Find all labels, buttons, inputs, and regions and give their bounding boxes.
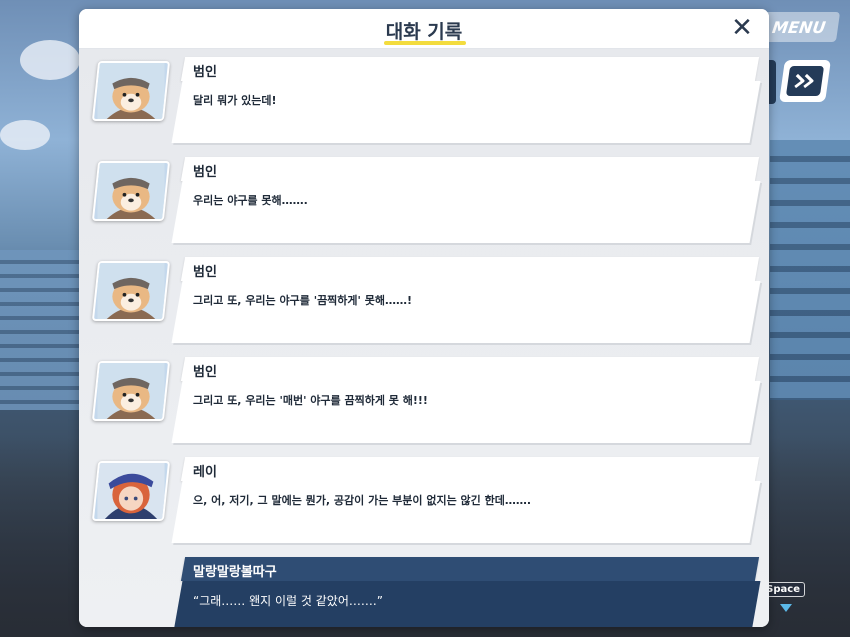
speaker-name-bar: [180, 57, 760, 81]
log-list[interactable]: 범인 달리 뭐가 있는데! 범인 우리는 야구를 못해……. 범인 그리고 또,…: [79, 49, 769, 627]
speaker-name-bar: [180, 157, 760, 181]
message-text: “그래…… 왠지 이럴 것 같았어…….”: [193, 594, 383, 608]
girl-portrait-icon: [91, 461, 171, 521]
speaker-name: 범인: [193, 165, 217, 180]
speaker-name: 레이: [193, 465, 217, 480]
advance-arrow-icon: [780, 604, 792, 612]
background-stadium-seats: [0, 250, 90, 410]
title-underline: [384, 41, 466, 45]
speaker-name: 범인: [193, 65, 217, 80]
log-entry: 범인 우리는 야구를 못해…….: [79, 153, 769, 248]
background-cloud: [0, 120, 50, 150]
message-box: [171, 81, 761, 143]
message-box: [171, 381, 761, 443]
log-entry: 범인 달리 뭐가 있는데!: [79, 53, 769, 148]
message-box: [171, 281, 761, 343]
speaker-name-bar: [180, 357, 760, 381]
panel-header: 대화 기록 ✕: [79, 9, 769, 49]
panel-title: 대화 기록: [385, 21, 463, 43]
fast-forward-icon: [785, 66, 825, 96]
log-entry: 레이 으, 어, 저기, 그 말에는 뭔가, 공감이 가는 부분이 없지는 않긴…: [79, 453, 769, 548]
background-stadium-seats: [770, 140, 850, 400]
speaker-name: 범인: [193, 365, 217, 380]
speaker-name-bar: [180, 457, 760, 481]
speaker-name: 말랑말랑볼따구: [193, 565, 277, 580]
message-text: 달리 뭐가 있는데!: [193, 94, 277, 107]
corgi-portrait-icon: [91, 61, 171, 121]
menu-button-label: MENU: [771, 17, 827, 37]
log-entry: 범인 그리고 또, 우리는 '매번' 야구를 끔찍하게 못 해!!!: [79, 353, 769, 448]
message-text: 그리고 또, 우리는 '매번' 야구를 끔찍하게 못 해!!!: [193, 394, 428, 407]
message-text: 우리는 야구를 못해…….: [193, 194, 308, 207]
fast-forward-button[interactable]: [779, 60, 831, 102]
log-entry-current: 말랑말랑볼따구 “그래…… 왠지 이럴 것 같았어…….”: [79, 553, 769, 627]
background-cloud: [20, 40, 80, 80]
close-icon[interactable]: ✕: [729, 15, 755, 41]
log-entry: 범인 그리고 또, 우리는 야구를 '끔찍하게' 못해……!: [79, 253, 769, 348]
corgi-portrait-icon: [91, 161, 171, 221]
speaker-name: 범인: [193, 265, 217, 280]
menu-button[interactable]: MENU: [757, 12, 841, 42]
dialogue-log-panel: 대화 기록 ✕ 범인 달리 뭐가 있는데! 범인 우리는 야구를 못해……. 범…: [79, 9, 769, 627]
message-text: 그리고 또, 우리는 야구를 '끔찍하게' 못해……!: [193, 294, 412, 307]
message-box: [171, 181, 761, 243]
message-box: [171, 481, 761, 543]
corgi-portrait-icon: [91, 361, 171, 421]
message-text: 으, 어, 저기, 그 말에는 뭔가, 공감이 가는 부분이 없지는 않긴 한데…: [193, 494, 532, 507]
corgi-portrait-icon: [91, 261, 171, 321]
speaker-name-bar: [180, 257, 760, 281]
